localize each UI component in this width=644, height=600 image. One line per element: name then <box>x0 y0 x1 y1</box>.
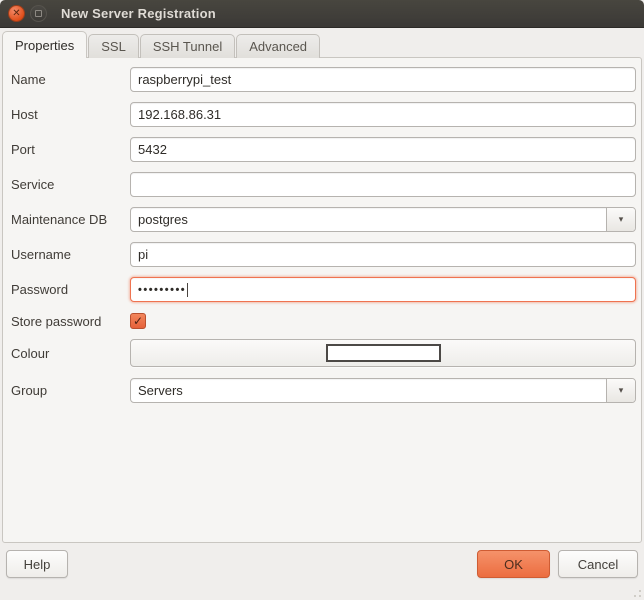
window-title: New Server Registration <box>61 6 216 21</box>
maximize-icon <box>35 10 42 17</box>
port-row: Port 5432 <box>11 137 636 162</box>
titlebar: ✕ New Server Registration <box>0 0 644 28</box>
maintenance-db-value: postgres <box>131 212 606 227</box>
tab-bar: Properties SSL SSH Tunnel Advanced <box>2 31 321 58</box>
port-label: Port <box>11 142 130 157</box>
service-input[interactable] <box>130 172 636 197</box>
store-password-row: Store password ✓ <box>11 312 636 330</box>
service-row: Service <box>11 172 636 197</box>
username-row: Username pi <box>11 242 636 267</box>
close-button[interactable]: ✕ <box>8 5 25 22</box>
text-cursor <box>187 283 188 297</box>
dialog-window: ✕ New Server Registration Properties SSL… <box>0 0 644 600</box>
port-value: 5432 <box>138 142 167 157</box>
group-value: Servers <box>131 383 606 398</box>
tab-advanced[interactable]: Advanced <box>236 34 320 58</box>
group-row: Group Servers ▾ <box>11 378 636 403</box>
maximize-button[interactable] <box>30 5 47 22</box>
tab-ssl[interactable]: SSL <box>88 34 139 58</box>
name-row: Name raspberrypi_test <box>11 67 636 92</box>
dropdown-arrow-icon[interactable]: ▾ <box>606 379 635 402</box>
password-masked-value: ••••••••• <box>138 284 186 296</box>
password-input[interactable]: ••••••••• <box>130 277 636 302</box>
store-password-label: Store password <box>11 314 130 329</box>
host-value: 192.168.86.31 <box>138 107 221 122</box>
cancel-button[interactable]: Cancel <box>558 550 638 578</box>
store-password-checkbox[interactable]: ✓ <box>130 313 146 329</box>
password-row: Password ••••••••• <box>11 277 636 302</box>
colour-picker-button[interactable] <box>130 339 636 367</box>
host-label: Host <box>11 107 130 122</box>
username-input[interactable]: pi <box>130 242 636 267</box>
name-value: raspberrypi_test <box>138 72 231 87</box>
colour-row: Colour <box>11 339 636 367</box>
properties-panel: Name raspberrypi_test Host 192.168.86.31… <box>2 57 642 543</box>
host-row: Host 192.168.86.31 <box>11 102 636 127</box>
group-label: Group <box>11 383 130 398</box>
name-label: Name <box>11 72 130 87</box>
tab-ssh-tunnel[interactable]: SSH Tunnel <box>140 34 235 58</box>
help-button[interactable]: Help <box>6 550 68 578</box>
dropdown-arrow-icon[interactable]: ▾ <box>606 208 635 231</box>
port-input[interactable]: 5432 <box>130 137 636 162</box>
checkmark-icon: ✓ <box>133 315 143 327</box>
name-input[interactable]: raspberrypi_test <box>130 67 636 92</box>
maintenance-db-row: Maintenance DB postgres ▾ <box>11 207 636 232</box>
colour-label: Colour <box>11 346 130 361</box>
resize-grip[interactable] <box>629 585 641 597</box>
maintenance-db-select[interactable]: postgres ▾ <box>130 207 636 232</box>
group-select[interactable]: Servers ▾ <box>130 378 636 403</box>
username-label: Username <box>11 247 130 262</box>
maintenance-db-label: Maintenance DB <box>11 212 130 227</box>
close-icon: ✕ <box>12 9 20 19</box>
tab-properties[interactable]: Properties <box>2 31 87 58</box>
ok-button[interactable]: OK <box>477 550 550 578</box>
password-label: Password <box>11 282 130 297</box>
colour-swatch <box>326 344 441 362</box>
username-value: pi <box>138 247 148 262</box>
service-label: Service <box>11 177 130 192</box>
host-input[interactable]: 192.168.86.31 <box>130 102 636 127</box>
